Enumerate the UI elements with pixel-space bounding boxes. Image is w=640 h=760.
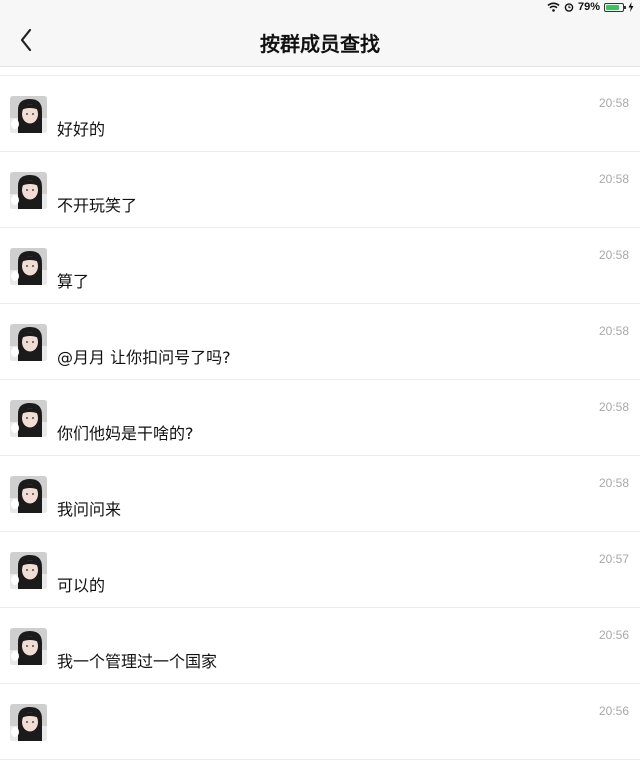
- message-text: 好好的: [57, 120, 106, 139]
- message-list[interactable]: 好好的 20:58 不开玩笑了 20:58 算了 20:58 @月月 让你扣问号…: [0, 75, 640, 760]
- sender-name-redacted: [58, 703, 128, 715]
- message-row[interactable]: 我一个管理过一个国家 20:56: [0, 608, 640, 684]
- sender-name-redacted: [58, 627, 128, 639]
- wifi-icon: [547, 2, 560, 12]
- message-text: 你们他妈是干啥的?: [57, 424, 194, 443]
- sender-name-redacted: [58, 95, 128, 107]
- sender-name-redacted: [58, 399, 128, 411]
- message-time: 20:58: [598, 172, 629, 186]
- message-time: 20:56: [598, 628, 629, 642]
- message-row[interactable]: 20:56: [0, 684, 640, 760]
- message-time: 20:56: [598, 704, 629, 718]
- message-row[interactable]: @月月 让你扣问号了吗? 20:58: [0, 304, 640, 380]
- battery-icon: [604, 2, 626, 12]
- avatar[interactable]: [10, 400, 47, 437]
- message-time: 20:58: [598, 96, 629, 110]
- avatar[interactable]: [10, 248, 47, 285]
- avatar[interactable]: [10, 704, 47, 741]
- sender-name-redacted: [58, 247, 128, 259]
- message-text: 算了: [57, 272, 90, 291]
- message-text: 不开玩笑了: [57, 196, 138, 215]
- message-time: 20:58: [598, 248, 629, 262]
- charging-icon: [628, 2, 634, 12]
- message-time: 20:58: [598, 476, 629, 490]
- avatar[interactable]: [10, 96, 47, 133]
- status-icons: 79%: [547, 1, 634, 13]
- sender-name-redacted: [58, 323, 128, 335]
- message-row[interactable]: 好好的 20:58: [0, 76, 640, 152]
- message-text: @月月 让你扣问号了吗?: [57, 348, 231, 367]
- message-row[interactable]: 我问问来 20:58: [0, 456, 640, 532]
- alarm-icon: [564, 3, 574, 12]
- avatar[interactable]: [10, 476, 47, 513]
- message-row[interactable]: 可以的 20:57: [0, 532, 640, 608]
- status-bar: 79%: [0, 0, 640, 16]
- avatar[interactable]: [10, 324, 47, 361]
- sender-name-redacted: [58, 475, 128, 487]
- message-time: 20:57: [598, 552, 629, 566]
- battery-percent: 79%: [577, 1, 600, 13]
- avatar[interactable]: [10, 172, 47, 209]
- message-time: 20:58: [598, 400, 629, 414]
- avatar[interactable]: [10, 628, 47, 665]
- sender-name-redacted: [58, 551, 128, 563]
- page-title: 按群成员查找: [260, 32, 380, 56]
- message-time: 20:58: [598, 324, 629, 338]
- avatar[interactable]: [10, 552, 47, 589]
- message-row[interactable]: 不开玩笑了 20:58: [0, 152, 640, 228]
- message-text: 我问问来: [57, 500, 122, 519]
- message-row[interactable]: 算了 20:58: [0, 228, 640, 304]
- sender-name-redacted: [58, 171, 128, 183]
- message-text: 我一个管理过一个国家: [57, 652, 218, 671]
- message-row[interactable]: 你们他妈是干啥的? 20:58: [0, 380, 640, 456]
- battery-level: [606, 4, 619, 10]
- navigation-bar: 按群成员查找: [0, 16, 640, 67]
- message-text: 可以的: [57, 576, 106, 595]
